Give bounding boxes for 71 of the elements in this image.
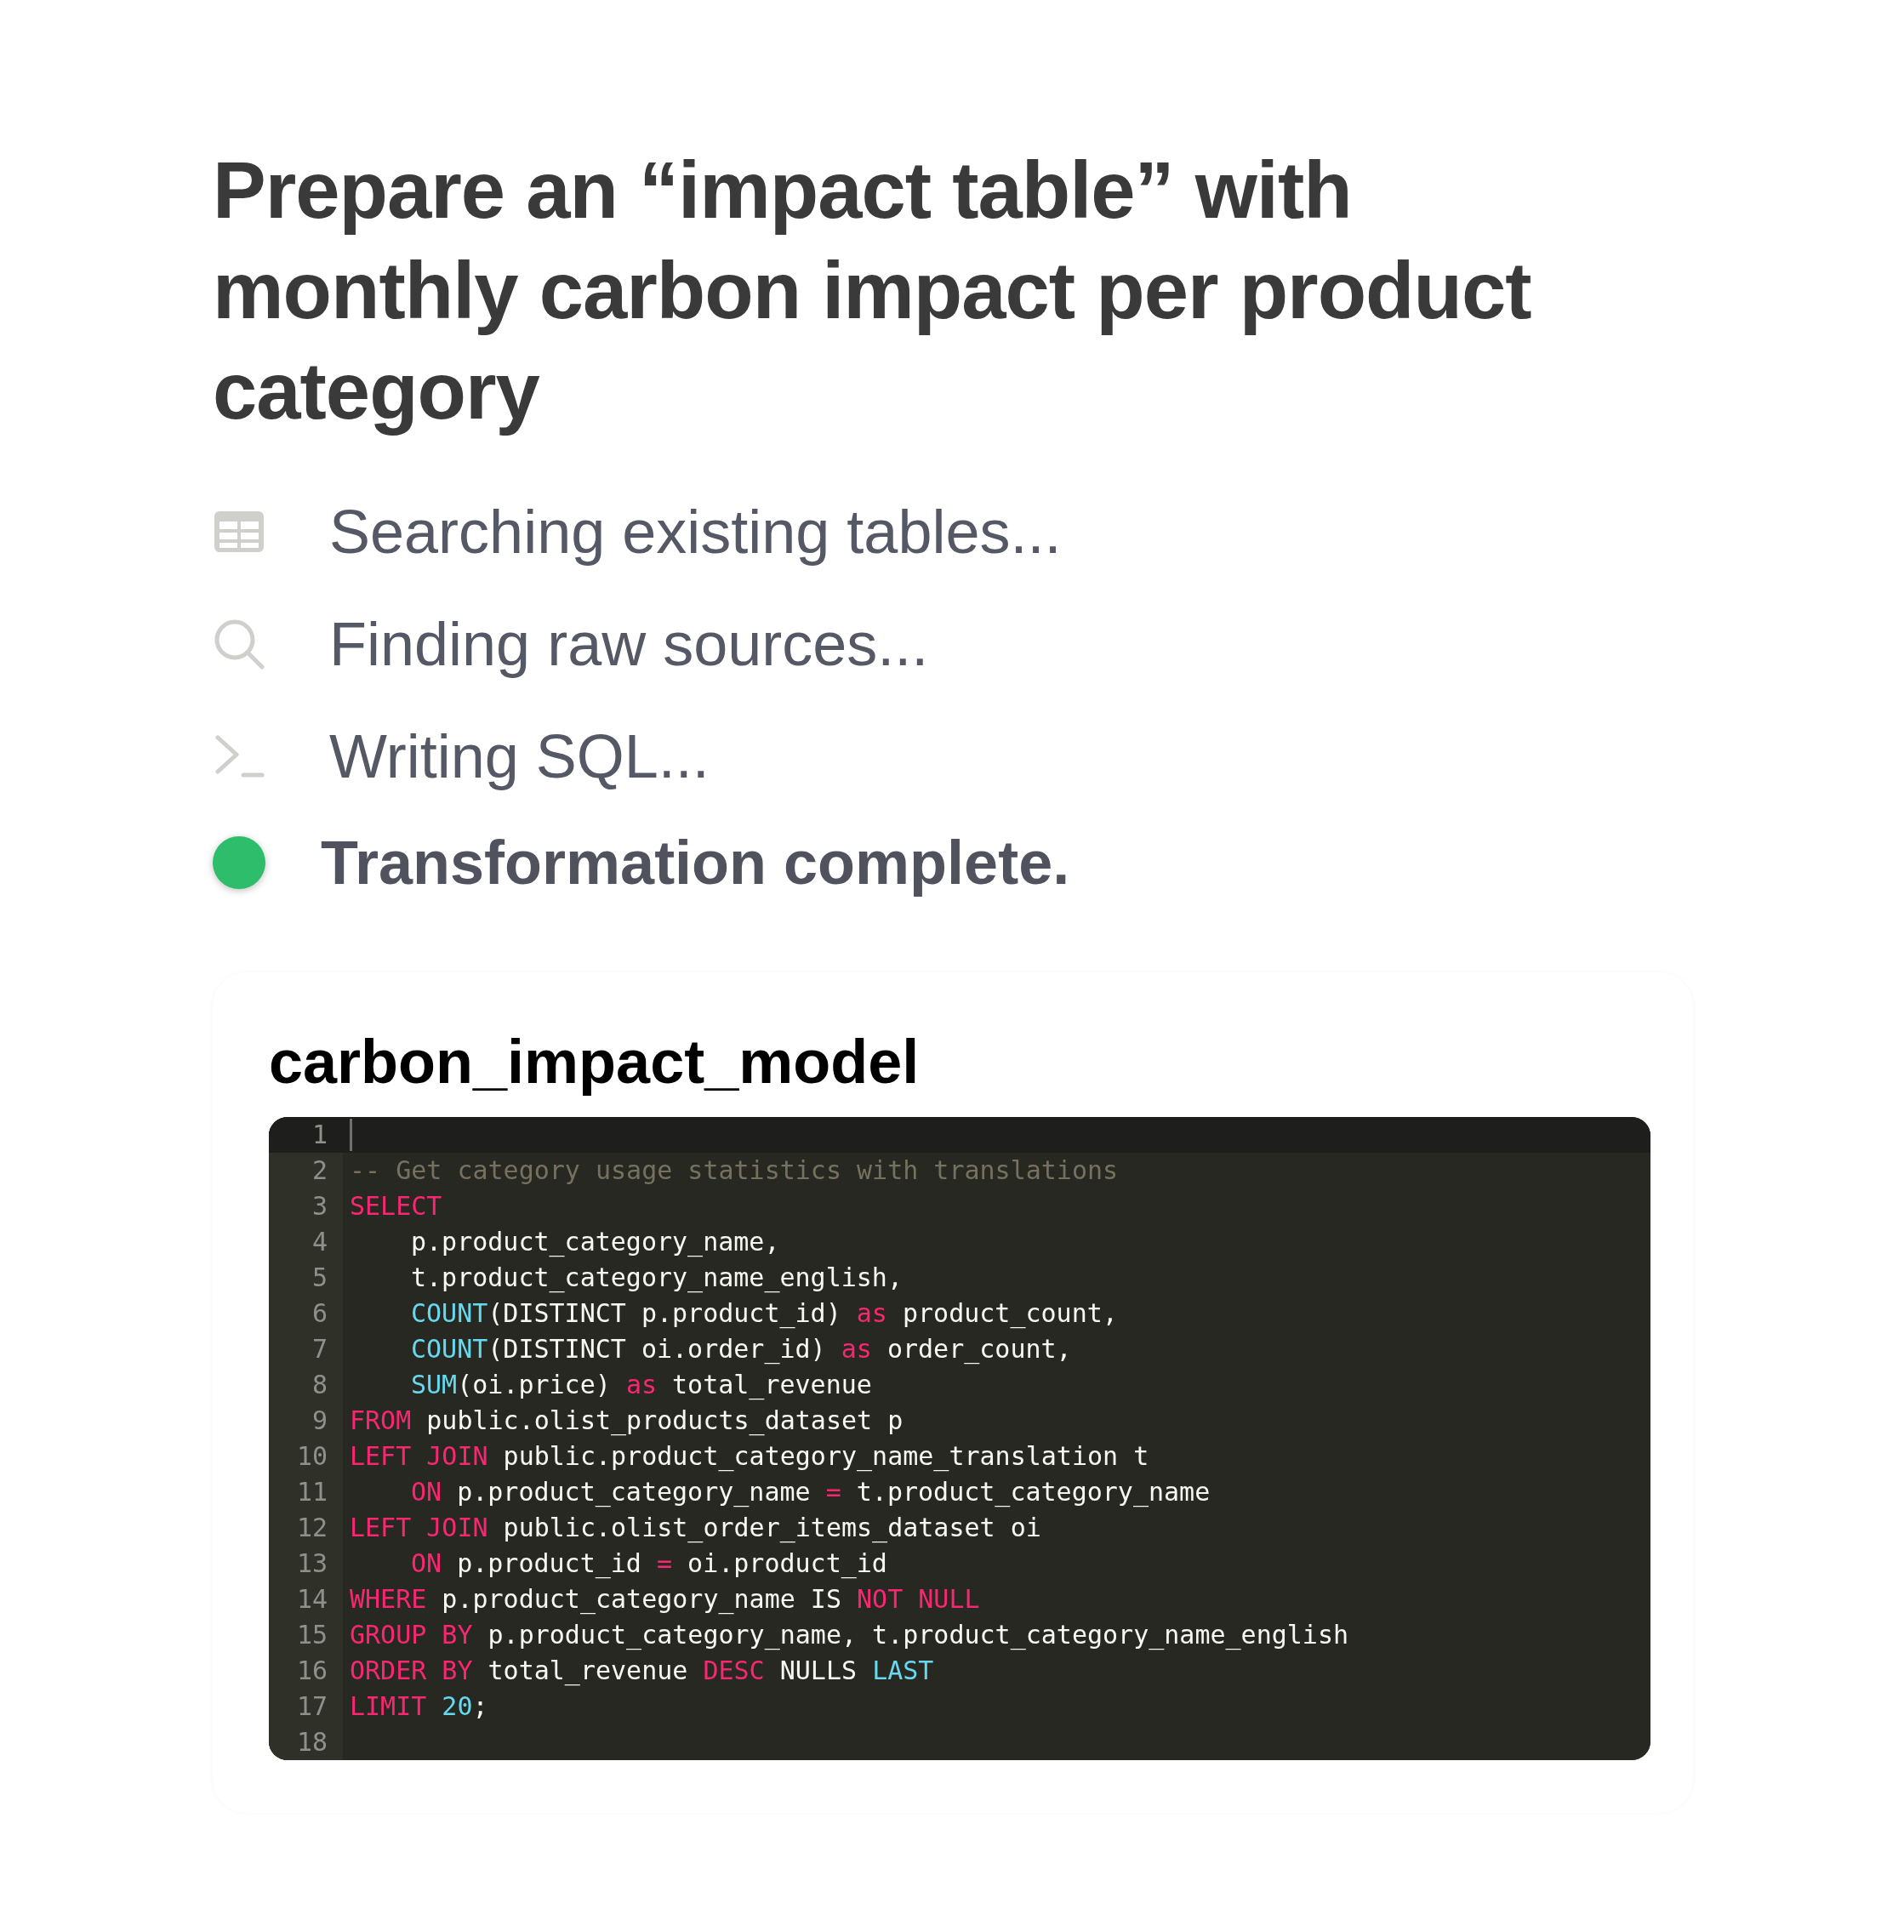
- code-token: SELECT: [350, 1190, 442, 1222]
- code-token: LEFT JOIN: [350, 1440, 488, 1473]
- code-token: total_revenue: [487, 1655, 689, 1688]
- code-token: as: [625, 1369, 657, 1401]
- code-token: COUNT: [411, 1297, 488, 1330]
- code-token: t.product_category_name_english,: [411, 1262, 903, 1295]
- line-number: 13: [296, 1548, 328, 1578]
- terminal-icon: [213, 732, 265, 780]
- code-token: p.product_category_name IS: [441, 1583, 842, 1616]
- line-number: 10: [296, 1441, 328, 1471]
- code-token: WHERE: [350, 1583, 427, 1616]
- code-token: ORDER BY: [350, 1655, 473, 1687]
- code-token: as: [856, 1297, 887, 1330]
- code-token: p.product_category_name: [456, 1476, 812, 1509]
- line-number: 1: [311, 1120, 328, 1149]
- code-token: FROM: [350, 1405, 412, 1437]
- step-label: Finding raw sources...: [329, 609, 929, 680]
- text-cursor: [350, 1119, 352, 1151]
- code-token: =: [825, 1476, 841, 1508]
- line-number: 3: [311, 1191, 328, 1221]
- step-label: Transformation complete.: [321, 828, 1070, 898]
- code-token: p.product_id: [456, 1547, 642, 1581]
- code-token: as: [841, 1333, 872, 1365]
- code-token: order_count,: [886, 1333, 1072, 1366]
- code-token: p.product_category_name, t.product_category_name_english: [487, 1619, 1348, 1652]
- line-number: 6: [311, 1298, 328, 1328]
- code-token: total_revenue: [671, 1369, 872, 1402]
- code-token: (DISTINCT oi.order_id): [487, 1333, 827, 1366]
- code-token: 20: [441, 1690, 473, 1723]
- code-token: LIMIT: [350, 1690, 427, 1723]
- table-icon: [213, 510, 265, 554]
- code-token: ON: [411, 1476, 442, 1508]
- line-number: 18: [296, 1727, 328, 1757]
- code-token: -- Get category usage statistics with translations: [350, 1154, 1119, 1187]
- line-number: 16: [296, 1656, 328, 1685]
- line-number: 7: [311, 1334, 328, 1364]
- line-number: 9: [311, 1405, 328, 1435]
- code-token: public.product_category_name_translation t: [502, 1440, 1149, 1473]
- code-token: (DISTINCT p.product_id): [487, 1297, 842, 1331]
- code-token: LEFT JOIN: [350, 1512, 488, 1544]
- code-token: =: [657, 1547, 673, 1580]
- search-icon: [213, 618, 265, 670]
- line-number: 15: [296, 1620, 328, 1650]
- code-token: p.product_category_name,: [411, 1226, 780, 1259]
- code-token: product_count,: [901, 1297, 1118, 1331]
- line-number: 11: [296, 1477, 328, 1507]
- code-token: NOT NULL: [857, 1583, 980, 1616]
- code-token: public.olist_products_dataset p: [425, 1405, 904, 1438]
- step-label: Searching existing tables...: [329, 497, 1062, 567]
- code-token: (oi.price): [457, 1369, 612, 1401]
- line-number: 8: [311, 1370, 328, 1399]
- code-token: DESC: [703, 1655, 765, 1687]
- line-number: 2: [311, 1155, 328, 1185]
- code-token: public.olist_order_items_dataset oi: [502, 1512, 1041, 1545]
- code-token: ;: [472, 1690, 488, 1723]
- code-token: ON: [411, 1547, 442, 1580]
- code-token: NULLS: [778, 1655, 858, 1687]
- line-number: 12: [296, 1513, 328, 1542]
- line-number: 5: [311, 1262, 328, 1292]
- model-name: carbon_impact_model: [269, 1027, 921, 1097]
- code-token: SUM: [411, 1369, 458, 1401]
- line-number: 4: [311, 1227, 328, 1257]
- code-token: t.product_category_name: [855, 1476, 1211, 1509]
- code-token: LAST: [872, 1655, 934, 1687]
- line-number: 14: [296, 1584, 328, 1614]
- code-token: GROUP BY: [350, 1619, 473, 1651]
- line-number: 17: [296, 1691, 328, 1721]
- code-token: COUNT: [411, 1333, 488, 1365]
- step-label: Writing SQL...: [329, 721, 710, 792]
- page-title: Prepare an “impact table” with monthly carbon impact per product category: [213, 145, 1532, 437]
- code-token: oi.product_id: [687, 1547, 887, 1581]
